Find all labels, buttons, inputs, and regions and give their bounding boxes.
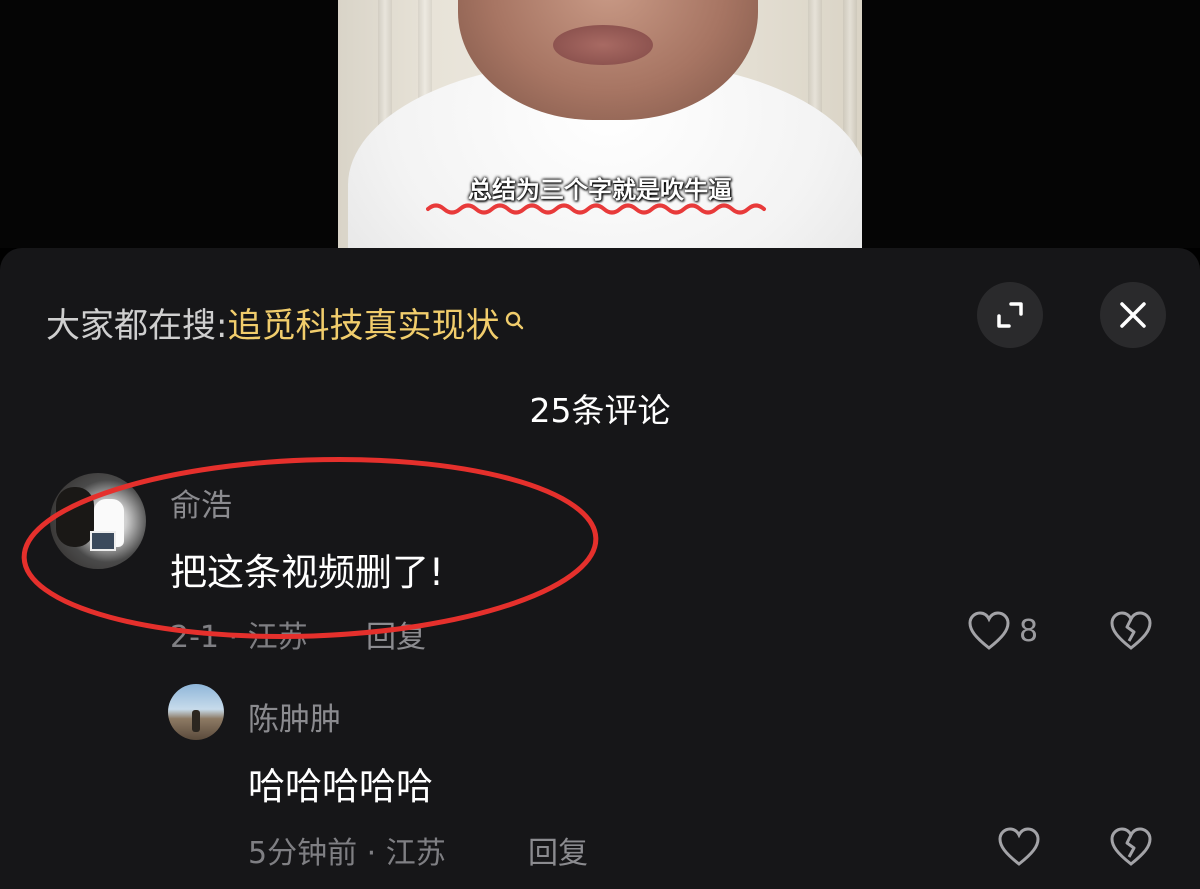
- heart-icon: [998, 827, 1040, 866]
- like-button[interactable]: [997, 826, 1041, 872]
- reply-text[interactable]: 哈哈哈哈哈: [248, 756, 433, 810]
- avatar[interactable]: [168, 684, 224, 740]
- heart-icon: [968, 611, 1010, 650]
- comment-author[interactable]: 俞浩: [170, 480, 232, 525]
- person-mouth: [553, 25, 653, 65]
- dislike-button[interactable]: [1108, 610, 1154, 656]
- like-count: 8: [1019, 613, 1039, 649]
- reply-meta: 5分钟前 · 江苏: [248, 836, 446, 871]
- expand-button[interactable]: [977, 282, 1043, 348]
- avatar-person: [56, 487, 94, 547]
- video-frame[interactable]: 总结为三个字就是吹牛逼: [338, 0, 862, 248]
- comment-count-title: 25条评论: [529, 391, 671, 430]
- reply-button[interactable]: 回复: [366, 612, 426, 656]
- expand-icon: [997, 302, 1023, 328]
- video-player[interactable]: 总结为三个字就是吹牛逼: [0, 0, 1200, 248]
- close-icon: [1120, 302, 1146, 328]
- comment-meta: 2-1 · 江苏: [170, 620, 308, 655]
- comment-panel: 大家都在搜:追觅科技真实现状 25条评论 俞浩 把这条视频删了! 2-1 · 江…: [0, 248, 1200, 889]
- avatar-figure: [192, 710, 200, 732]
- search-icon[interactable]: [505, 302, 525, 342]
- comment-text[interactable]: 把这条视频删了!: [170, 542, 444, 596]
- trending-search-term[interactable]: 追觅科技真实现状: [227, 306, 499, 346]
- avatar-robot-screen: [90, 531, 116, 551]
- avatar[interactable]: [50, 473, 146, 569]
- dislike-button[interactable]: [1108, 826, 1154, 872]
- broken-heart-icon: [1110, 611, 1152, 650]
- trending-search-prefix: 大家都在搜:: [46, 306, 228, 346]
- reply-button[interactable]: 回复: [528, 828, 588, 872]
- broken-heart-icon: [1110, 827, 1152, 866]
- trending-search[interactable]: 大家都在搜:追觅科技真实现状: [46, 298, 525, 347]
- subtitle-underline: [426, 203, 766, 215]
- close-button[interactable]: [1100, 282, 1166, 348]
- reply-author[interactable]: 陈肿肿: [248, 694, 341, 739]
- like-button[interactable]: 8: [967, 610, 1038, 652]
